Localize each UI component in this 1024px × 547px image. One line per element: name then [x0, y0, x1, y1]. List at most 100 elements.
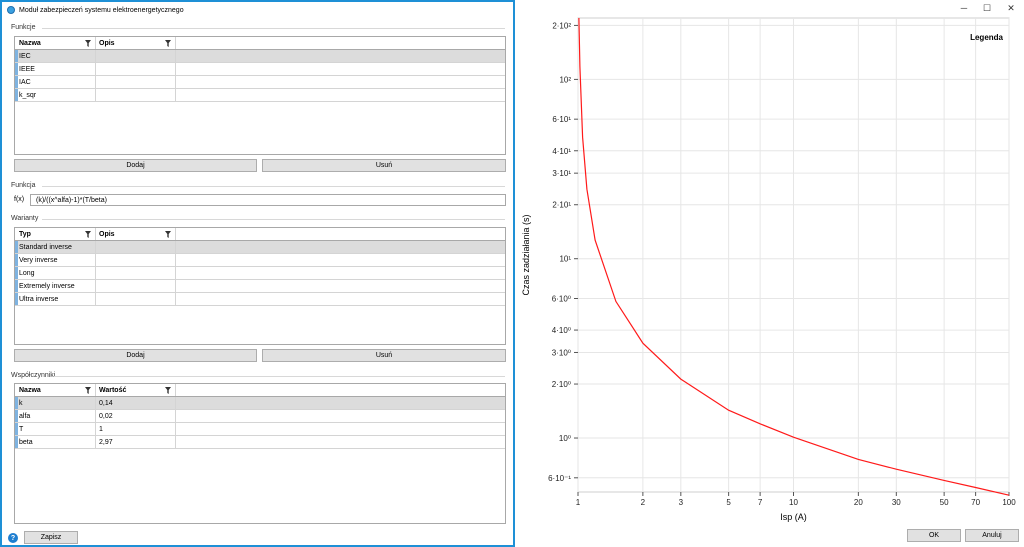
window-title: Moduł zabezpieczeń systemu elektroenerge… [19, 6, 184, 14]
column-header[interactable]: Typ [15, 228, 96, 240]
filter-icon[interactable] [165, 40, 171, 47]
x-tick-label: 3 [679, 498, 684, 507]
table-cell[interactable]: 0,02 [96, 410, 176, 422]
y-tick-label: 6·10⁰ [552, 294, 571, 303]
table-cell[interactable]: Standard inverse [15, 241, 96, 253]
table-cell[interactable]: 2,97 [96, 436, 176, 448]
table-cell[interactable]: Extremely inverse [15, 280, 96, 292]
column-header-label: Opis [99, 39, 115, 47]
variants-section-label: Warianty [11, 215, 39, 222]
ok-button[interactable]: OK [907, 529, 961, 542]
x-tick-label: 10 [789, 498, 798, 507]
y-tick-label: 4·10¹ [552, 147, 571, 156]
table-cell[interactable] [96, 267, 176, 279]
table-cell[interactable]: IEC [15, 50, 96, 62]
variants-grid[interactable]: Typ Opis Standard inverse Very inverse Long E… [14, 227, 506, 345]
table-cell[interactable]: 1 [96, 423, 176, 435]
y-tick-label: 2·10¹ [552, 201, 571, 210]
table-cell[interactable]: beta [15, 436, 96, 448]
column-header-label: Opis [99, 230, 115, 238]
table-row[interactable]: Extremely inverse [15, 280, 505, 293]
table-row[interactable]: Standard inverse [15, 241, 505, 254]
table-row[interactable]: Long [15, 267, 505, 280]
table-cell[interactable] [96, 280, 176, 292]
grid-header: Nazwa Opis [15, 37, 505, 50]
table-cell[interactable]: k_sqr [15, 89, 96, 101]
table-cell[interactable] [96, 241, 176, 253]
protection-module-window: Moduł zabezpieczeń systemu elektroenerge… [0, 0, 515, 547]
x-tick-label: 70 [971, 498, 980, 507]
y-tick-label: 4·10⁰ [552, 326, 571, 335]
table-cell[interactable] [96, 254, 176, 266]
filter-icon[interactable] [85, 231, 91, 238]
x-tick-label: 5 [726, 498, 731, 507]
table-cell[interactable]: Very inverse [15, 254, 96, 266]
remove-variant-button[interactable]: Usuń [262, 349, 506, 362]
save-button[interactable]: Zapisz [24, 531, 78, 544]
table-row[interactable]: k_sqr [15, 89, 505, 102]
function-divider [42, 186, 505, 187]
cancel-button[interactable]: Anuluj [965, 529, 1019, 542]
y-tick-label: 6·10⁻¹ [548, 474, 571, 483]
coefficients-section-label: Współczynniki [11, 372, 56, 379]
table-row[interactable]: IEC [15, 50, 505, 63]
x-tick-label: 50 [940, 498, 949, 507]
filter-icon[interactable] [165, 387, 171, 394]
table-cell[interactable] [96, 63, 176, 75]
title-bar: Moduł zabezpieczeń systemu elektroenerge… [2, 2, 513, 18]
filter-icon[interactable] [85, 40, 91, 47]
add-variant-button[interactable]: Dodaj [14, 349, 257, 362]
table-row[interactable]: IEEE [15, 63, 505, 76]
table-cell[interactable]: alfa [15, 410, 96, 422]
column-header[interactable]: Opis [96, 228, 176, 240]
y-tick-label: 2·10⁰ [552, 380, 571, 389]
y-tick-label: 3·10¹ [552, 169, 571, 178]
add-function-button[interactable]: Dodaj [14, 159, 257, 172]
table-cell[interactable] [96, 50, 176, 62]
table-row[interactable]: alfa 0,02 [15, 410, 505, 423]
table-cell[interactable]: T [15, 423, 96, 435]
help-icon[interactable]: ? [8, 533, 18, 543]
table-cell[interactable] [96, 89, 176, 101]
grid-header: Nazwa Wartość [15, 384, 505, 397]
table-cell[interactable]: Ultra inverse [15, 293, 96, 305]
remove-function-button[interactable]: Usuń [262, 159, 506, 172]
functions-divider [42, 28, 505, 29]
table-cell[interactable]: IEEE [15, 63, 96, 75]
column-header-label: Wartość [99, 386, 127, 394]
column-header[interactable]: Opis [96, 37, 176, 49]
column-header[interactable]: Nazwa [15, 384, 96, 396]
table-row[interactable]: Ultra inverse [15, 293, 505, 306]
app-icon [7, 6, 15, 14]
table-cell[interactable]: Long [15, 267, 96, 279]
column-header[interactable]: Wartość [96, 384, 176, 396]
table-cell[interactable] [96, 293, 176, 305]
x-axis-label: Isp (A) [780, 512, 807, 522]
functions-grid[interactable]: Nazwa Opis IEC IEEE IAC k_sqr [14, 36, 506, 155]
coefficients-grid[interactable]: Nazwa Wartość k 0,14 alfa 0,02 T 1 beta 2,97 [14, 383, 506, 524]
y-tick-label: 6·10¹ [552, 115, 571, 124]
table-row[interactable]: IAC [15, 76, 505, 89]
coefficients-divider [54, 376, 505, 377]
table-cell[interactable] [96, 76, 176, 88]
table-row[interactable]: beta 2,97 [15, 436, 505, 449]
fx-prefix-label: f(x) [14, 196, 25, 203]
column-header[interactable]: Nazwa [15, 37, 96, 49]
table-row[interactable]: k 0,14 [15, 397, 505, 410]
x-tick-label: 7 [758, 498, 763, 507]
table-row[interactable]: Very inverse [15, 254, 505, 267]
x-tick-label: 20 [854, 498, 863, 507]
table-cell[interactable]: IAC [15, 76, 96, 88]
table-cell[interactable]: k [15, 397, 96, 409]
x-tick-label: 1 [576, 498, 581, 507]
x-tick-label: 100 [1002, 498, 1016, 507]
formula-input[interactable]: (k)/((x^alfa)-1)*(T/beta) [30, 194, 506, 206]
column-header-label: Nazwa [19, 39, 41, 47]
filter-icon[interactable] [85, 387, 91, 394]
table-cell[interactable]: 0,14 [96, 397, 176, 409]
filter-icon[interactable] [165, 231, 171, 238]
y-tick-label: 10¹ [559, 255, 571, 264]
y-axis-label: Czas zadziałania (s) [521, 214, 531, 295]
legend-title: Legenda [970, 33, 1003, 42]
table-row[interactable]: T1 [15, 423, 505, 436]
